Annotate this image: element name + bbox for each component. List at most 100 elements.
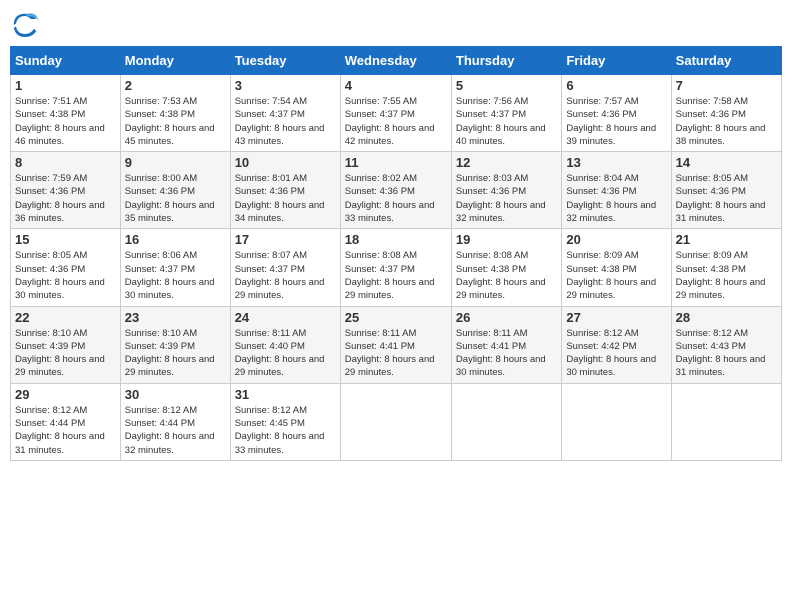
day-info: Sunrise: 7:58 AM Sunset: 4:36 PM Dayligh… [676, 95, 777, 148]
day-info: Sunrise: 8:10 AM Sunset: 4:39 PM Dayligh… [125, 327, 226, 380]
day-info: Sunrise: 7:53 AM Sunset: 4:38 PM Dayligh… [125, 95, 226, 148]
day-info: Sunrise: 8:12 AM Sunset: 4:42 PM Dayligh… [566, 327, 666, 380]
calendar-cell: 23 Sunrise: 8:10 AM Sunset: 4:39 PM Dayl… [120, 306, 230, 383]
calendar-cell: 14 Sunrise: 8:05 AM Sunset: 4:36 PM Dayl… [671, 152, 781, 229]
day-info: Sunrise: 8:11 AM Sunset: 4:40 PM Dayligh… [235, 327, 336, 380]
day-number: 15 [15, 232, 116, 247]
day-number: 1 [15, 78, 116, 93]
day-number: 19 [456, 232, 557, 247]
day-number: 2 [125, 78, 226, 93]
calendar-cell: 28 Sunrise: 8:12 AM Sunset: 4:43 PM Dayl… [671, 306, 781, 383]
day-number: 10 [235, 155, 336, 170]
calendar-header-row: SundayMondayTuesdayWednesdayThursdayFrid… [11, 47, 782, 75]
day-number: 4 [345, 78, 447, 93]
day-info: Sunrise: 8:12 AM Sunset: 4:44 PM Dayligh… [15, 404, 116, 457]
day-number: 8 [15, 155, 116, 170]
day-info: Sunrise: 7:56 AM Sunset: 4:37 PM Dayligh… [456, 95, 557, 148]
calendar-cell: 31 Sunrise: 8:12 AM Sunset: 4:45 PM Dayl… [230, 383, 340, 460]
day-info: Sunrise: 8:08 AM Sunset: 4:38 PM Dayligh… [456, 249, 557, 302]
day-number: 9 [125, 155, 226, 170]
calendar-cell: 30 Sunrise: 8:12 AM Sunset: 4:44 PM Dayl… [120, 383, 230, 460]
day-info: Sunrise: 8:03 AM Sunset: 4:36 PM Dayligh… [456, 172, 557, 225]
day-info: Sunrise: 8:11 AM Sunset: 4:41 PM Dayligh… [456, 327, 557, 380]
day-number: 13 [566, 155, 666, 170]
day-info: Sunrise: 8:00 AM Sunset: 4:36 PM Dayligh… [125, 172, 226, 225]
day-info: Sunrise: 8:10 AM Sunset: 4:39 PM Dayligh… [15, 327, 116, 380]
day-number: 23 [125, 310, 226, 325]
calendar-cell: 17 Sunrise: 8:07 AM Sunset: 4:37 PM Dayl… [230, 229, 340, 306]
calendar-cell: 3 Sunrise: 7:54 AM Sunset: 4:37 PM Dayli… [230, 75, 340, 152]
day-info: Sunrise: 8:09 AM Sunset: 4:38 PM Dayligh… [566, 249, 666, 302]
day-info: Sunrise: 8:06 AM Sunset: 4:37 PM Dayligh… [125, 249, 226, 302]
day-number: 20 [566, 232, 666, 247]
day-number: 22 [15, 310, 116, 325]
calendar-cell: 29 Sunrise: 8:12 AM Sunset: 4:44 PM Dayl… [11, 383, 121, 460]
calendar-week-row: 29 Sunrise: 8:12 AM Sunset: 4:44 PM Dayl… [11, 383, 782, 460]
day-info: Sunrise: 8:01 AM Sunset: 4:36 PM Dayligh… [235, 172, 336, 225]
weekday-header-friday: Friday [562, 47, 671, 75]
calendar-cell: 26 Sunrise: 8:11 AM Sunset: 4:41 PM Dayl… [451, 306, 561, 383]
day-number: 27 [566, 310, 666, 325]
calendar-cell: 10 Sunrise: 8:01 AM Sunset: 4:36 PM Dayl… [230, 152, 340, 229]
calendar-cell: 20 Sunrise: 8:09 AM Sunset: 4:38 PM Dayl… [562, 229, 671, 306]
day-number: 3 [235, 78, 336, 93]
calendar-cell: 7 Sunrise: 7:58 AM Sunset: 4:36 PM Dayli… [671, 75, 781, 152]
day-info: Sunrise: 7:57 AM Sunset: 4:36 PM Dayligh… [566, 95, 666, 148]
calendar-cell [451, 383, 561, 460]
calendar-cell [671, 383, 781, 460]
day-number: 16 [125, 232, 226, 247]
day-info: Sunrise: 8:12 AM Sunset: 4:43 PM Dayligh… [676, 327, 777, 380]
day-number: 29 [15, 387, 116, 402]
calendar-cell: 15 Sunrise: 8:05 AM Sunset: 4:36 PM Dayl… [11, 229, 121, 306]
day-info: Sunrise: 7:55 AM Sunset: 4:37 PM Dayligh… [345, 95, 447, 148]
calendar-week-row: 22 Sunrise: 8:10 AM Sunset: 4:39 PM Dayl… [11, 306, 782, 383]
day-info: Sunrise: 8:08 AM Sunset: 4:37 PM Dayligh… [345, 249, 447, 302]
day-number: 6 [566, 78, 666, 93]
calendar-cell: 5 Sunrise: 7:56 AM Sunset: 4:37 PM Dayli… [451, 75, 561, 152]
day-number: 12 [456, 155, 557, 170]
calendar-cell: 4 Sunrise: 7:55 AM Sunset: 4:37 PM Dayli… [340, 75, 451, 152]
weekday-header-wednesday: Wednesday [340, 47, 451, 75]
calendar-cell: 2 Sunrise: 7:53 AM Sunset: 4:38 PM Dayli… [120, 75, 230, 152]
calendar-cell: 11 Sunrise: 8:02 AM Sunset: 4:36 PM Dayl… [340, 152, 451, 229]
day-number: 30 [125, 387, 226, 402]
day-info: Sunrise: 8:12 AM Sunset: 4:44 PM Dayligh… [125, 404, 226, 457]
day-info: Sunrise: 8:07 AM Sunset: 4:37 PM Dayligh… [235, 249, 336, 302]
calendar-week-row: 8 Sunrise: 7:59 AM Sunset: 4:36 PM Dayli… [11, 152, 782, 229]
weekday-header-monday: Monday [120, 47, 230, 75]
day-info: Sunrise: 8:02 AM Sunset: 4:36 PM Dayligh… [345, 172, 447, 225]
day-number: 7 [676, 78, 777, 93]
day-number: 31 [235, 387, 336, 402]
day-info: Sunrise: 8:09 AM Sunset: 4:38 PM Dayligh… [676, 249, 777, 302]
calendar-cell: 25 Sunrise: 8:11 AM Sunset: 4:41 PM Dayl… [340, 306, 451, 383]
day-info: Sunrise: 7:54 AM Sunset: 4:37 PM Dayligh… [235, 95, 336, 148]
calendar-cell: 9 Sunrise: 8:00 AM Sunset: 4:36 PM Dayli… [120, 152, 230, 229]
day-info: Sunrise: 7:59 AM Sunset: 4:36 PM Dayligh… [15, 172, 116, 225]
calendar-cell: 13 Sunrise: 8:04 AM Sunset: 4:36 PM Dayl… [562, 152, 671, 229]
day-number: 28 [676, 310, 777, 325]
calendar-cell [562, 383, 671, 460]
day-number: 14 [676, 155, 777, 170]
day-number: 21 [676, 232, 777, 247]
logo [10, 10, 44, 40]
day-number: 17 [235, 232, 336, 247]
calendar-cell: 24 Sunrise: 8:11 AM Sunset: 4:40 PM Dayl… [230, 306, 340, 383]
day-info: Sunrise: 8:05 AM Sunset: 4:36 PM Dayligh… [676, 172, 777, 225]
day-number: 26 [456, 310, 557, 325]
calendar-cell: 12 Sunrise: 8:03 AM Sunset: 4:36 PM Dayl… [451, 152, 561, 229]
calendar-cell: 27 Sunrise: 8:12 AM Sunset: 4:42 PM Dayl… [562, 306, 671, 383]
day-info: Sunrise: 8:11 AM Sunset: 4:41 PM Dayligh… [345, 327, 447, 380]
day-info: Sunrise: 8:04 AM Sunset: 4:36 PM Dayligh… [566, 172, 666, 225]
weekday-header-thursday: Thursday [451, 47, 561, 75]
day-info: Sunrise: 7:51 AM Sunset: 4:38 PM Dayligh… [15, 95, 116, 148]
calendar-week-row: 15 Sunrise: 8:05 AM Sunset: 4:36 PM Dayl… [11, 229, 782, 306]
day-number: 25 [345, 310, 447, 325]
calendar-cell: 18 Sunrise: 8:08 AM Sunset: 4:37 PM Dayl… [340, 229, 451, 306]
day-info: Sunrise: 8:05 AM Sunset: 4:36 PM Dayligh… [15, 249, 116, 302]
logo-icon [10, 10, 40, 40]
calendar-table: SundayMondayTuesdayWednesdayThursdayFrid… [10, 46, 782, 461]
header [10, 10, 782, 40]
calendar-cell: 16 Sunrise: 8:06 AM Sunset: 4:37 PM Dayl… [120, 229, 230, 306]
day-number: 5 [456, 78, 557, 93]
day-number: 18 [345, 232, 447, 247]
